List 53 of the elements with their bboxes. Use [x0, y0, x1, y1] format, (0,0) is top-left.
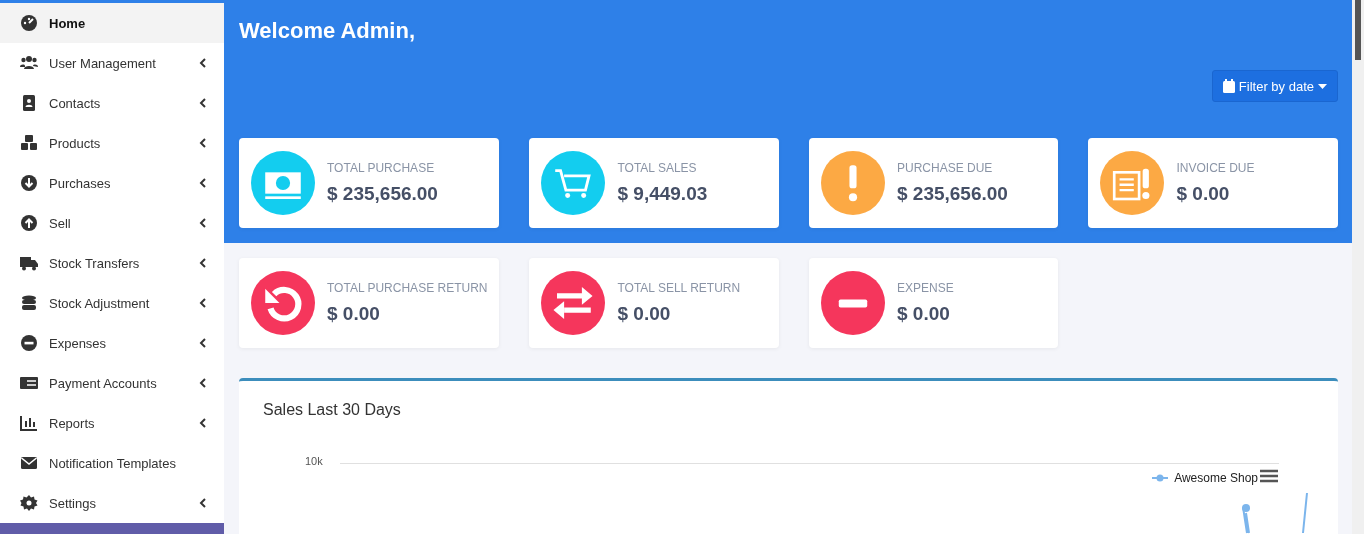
stat-value: $ 9,449.03 — [617, 183, 708, 205]
users-icon — [20, 54, 38, 72]
stat-label: TOTAL PURCHASE RETURN — [327, 281, 488, 295]
download-icon — [20, 174, 38, 192]
sidebar-item[interactable]: Products — [0, 123, 224, 163]
sidebar-item[interactable]: Contacts — [0, 83, 224, 123]
scrollbar[interactable] — [1352, 0, 1364, 534]
stat-label: TOTAL PURCHASE — [327, 161, 436, 175]
sidebar-item[interactable]: Expenses — [0, 323, 224, 363]
stat-label: TOTAL SALES — [617, 161, 698, 175]
menu-icon[interactable] — [1260, 469, 1278, 483]
stat-label: INVOICE DUE — [1176, 161, 1255, 175]
envelope-icon — [20, 454, 38, 472]
database-icon — [20, 294, 38, 312]
money-check-icon — [20, 374, 38, 392]
caret-down-icon — [1318, 83, 1327, 89]
stat-value: $ 0.00 — [617, 303, 672, 325]
dashboard-icon — [20, 14, 38, 32]
legend-label[interactable]: Awesome Shop — [1174, 471, 1258, 485]
address-book-icon — [20, 94, 38, 112]
cubes-icon — [20, 134, 38, 152]
upload-icon — [20, 214, 38, 232]
welcome-title: Welcome Admin, — [239, 17, 417, 45]
truck-icon — [20, 254, 38, 272]
sales-line-drawing — [1242, 492, 1308, 534]
stat-value: $ 0.00 — [327, 303, 381, 325]
stat-value: $ 235,656.00 — [327, 183, 438, 205]
stat-label: TOTAL SELL RETURN — [617, 281, 741, 295]
sidebar-item[interactable]: Purchases — [0, 163, 224, 203]
sidebar-item[interactable]: Home — [0, 3, 224, 43]
sidebar-item[interactable]: Stock Adjustment — [0, 283, 224, 323]
scrollbar-thumb[interactable] — [1355, 0, 1361, 60]
sidebar-item[interactable]: User Management — [0, 43, 224, 83]
sidebar-item[interactable]: Notification Templates — [0, 443, 224, 483]
sidebar-item[interactable]: Sell — [0, 203, 224, 243]
stat-value: $ 0.00 — [1176, 183, 1231, 205]
legend-marker-icon — [1152, 474, 1169, 482]
sidebar-item[interactable]: Stock Transfers — [0, 243, 224, 283]
bar-chart-icon — [20, 414, 38, 432]
stat-value: $ 235,656.00 — [896, 183, 1008, 205]
filter-by-date-button[interactable]: Filter by date — [1211, 70, 1338, 102]
sidebar-item[interactable]: Settings — [0, 483, 224, 523]
chart-title: Sales Last 30 Days — [263, 401, 401, 419]
sidebar-item[interactable]: Payment Accounts — [0, 363, 224, 403]
data-point — [1242, 504, 1250, 512]
axis-tick-label: 10k — [305, 455, 323, 467]
sidebar-item[interactable]: Reports — [0, 403, 224, 443]
stat-value: $ 0.00 — [896, 303, 951, 325]
minus-circle-icon — [20, 334, 38, 352]
calendar-icon — [1222, 79, 1235, 93]
settings-icon — [20, 494, 38, 512]
stat-label: EXPENSE — [896, 281, 954, 295]
stat-label: PURCHASE DUE — [896, 161, 994, 175]
